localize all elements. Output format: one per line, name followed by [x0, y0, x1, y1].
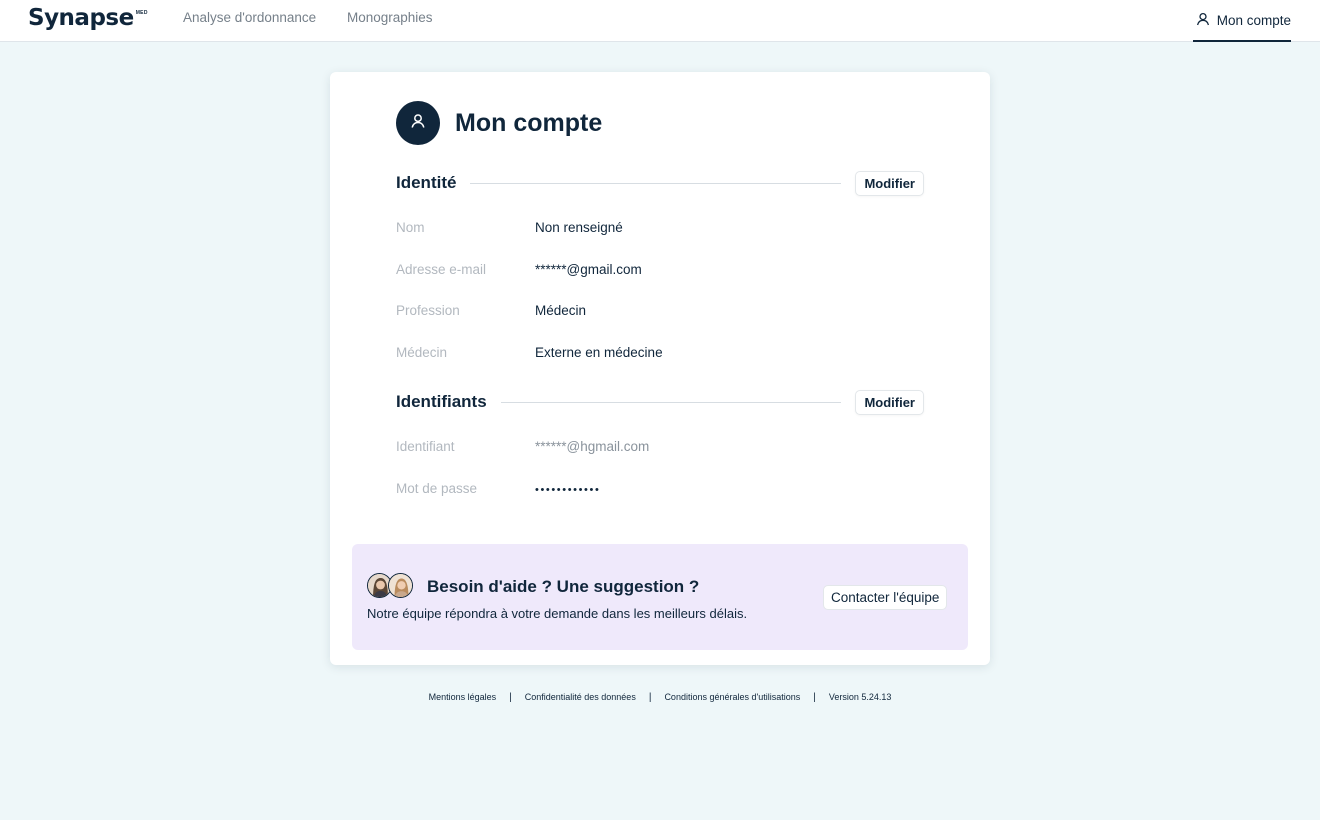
identity-label-profession: Profession	[396, 303, 460, 318]
footer-version: Version 5.24.13	[828, 692, 892, 702]
identity-label-medecin: Médecin	[396, 345, 448, 360]
footer-separator: |	[648, 692, 652, 703]
modify-identity-button[interactable]: Modifier	[855, 170, 924, 196]
account-card: Mon compte Identité Modifier Nom Non ren…	[330, 72, 990, 665]
logo-superscript: MED	[135, 10, 148, 16]
identity-label-email: Adresse e-mail	[396, 262, 487, 277]
page-title: Mon compte	[455, 109, 603, 137]
nav-link-monographies[interactable]: Monographies	[347, 10, 433, 26]
help-title: Besoin d'aide ? Une suggestion ?	[427, 577, 700, 596]
footer-separator: |	[509, 692, 512, 703]
team-avatars	[367, 573, 415, 599]
account-avatar	[396, 101, 440, 145]
team-member-avatar	[388, 573, 413, 598]
footer-link-privacy[interactable]: Confidentialité des données	[525, 692, 636, 702]
identity-label-nom: Nom	[396, 220, 425, 235]
identity-section-title: Identité	[396, 173, 457, 192]
credentials-section-title: Identifiants	[396, 392, 487, 411]
user-icon	[410, 113, 426, 134]
credentials-value-password: ••••••••••••	[535, 484, 601, 496]
credentials-label-password: Mot de passe	[396, 481, 478, 496]
help-subtitle: Notre équipe répondra à votre demande da…	[367, 606, 748, 621]
footer-link-terms[interactable]: Conditions générales d'utilisations	[664, 692, 800, 702]
credentials-section-header: Identifiants Modifier	[396, 389, 924, 415]
identity-section-header: Identité Modifier	[396, 170, 924, 196]
synapse-logo[interactable]: Synapse MED	[28, 4, 148, 34]
section-divider	[500, 401, 842, 403]
top-navigation: Synapse MED Analyse d'ordonnance Monogra…	[0, 0, 1320, 42]
identity-value-email: ******@gmail.com	[535, 262, 642, 277]
contact-team-button[interactable]: Contacter l'équipe	[823, 585, 948, 610]
help-banner: Besoin d'aide ? Une suggestion ? Notre é…	[352, 544, 968, 650]
identity-value-medecin: Externe en médecine	[535, 345, 663, 360]
footer: Mentions légales | Confidentialité des don…	[0, 692, 1320, 703]
footer-link-legal[interactable]: Mentions légales	[429, 692, 497, 702]
logo-text: Synapse	[28, 5, 134, 31]
nav-account-label: Mon compte	[1216, 12, 1291, 28]
modify-credentials-button[interactable]: Modifier	[855, 389, 924, 415]
nav-account-link[interactable]: Mon compte	[1193, 0, 1291, 42]
credentials-label-identifiant: Identifiant	[396, 439, 455, 454]
nav-link-analyse-ordonnance[interactable]: Analyse d'ordonnance	[183, 10, 316, 26]
credentials-value-identifiant: ******@hgmail.com	[535, 439, 650, 454]
section-divider	[470, 182, 842, 184]
footer-separator: |	[813, 692, 816, 703]
user-icon	[1196, 12, 1210, 29]
identity-value-profession: Médecin	[535, 303, 587, 318]
identity-value-nom: Non renseigné	[535, 220, 623, 235]
